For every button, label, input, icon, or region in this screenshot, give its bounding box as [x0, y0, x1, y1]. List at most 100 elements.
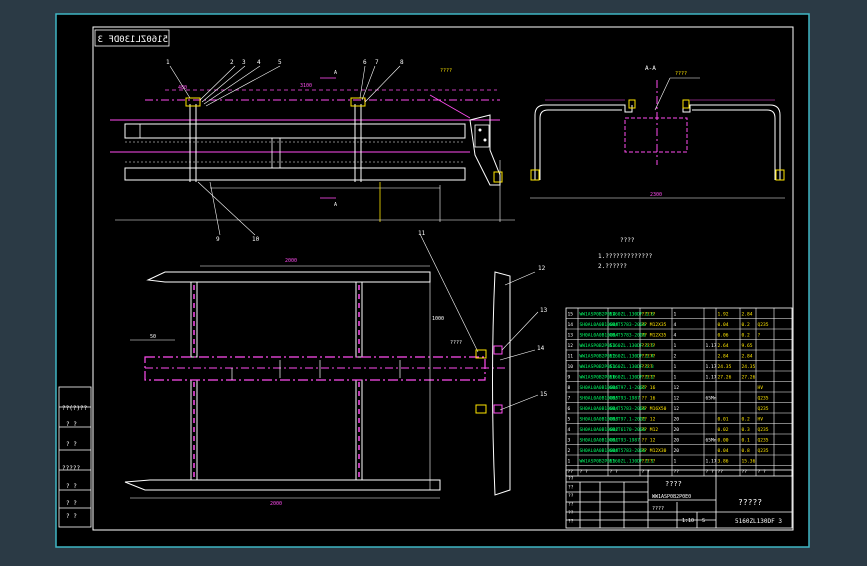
- side-label-1: ??(?)??: [62, 405, 88, 412]
- note-1: 1.?????????????: [598, 253, 653, 260]
- bom-cell: 4: [674, 333, 677, 339]
- sheet-title: ?????: [738, 498, 762, 507]
- bom-cell: 3.86: [718, 459, 729, 465]
- balloon-2: 2: [230, 59, 234, 66]
- bom-cell: 12: [674, 406, 680, 412]
- bom-cell: 1: [674, 343, 677, 349]
- balloon-8: 8: [400, 59, 404, 66]
- scale-label: 1:10: [682, 518, 694, 524]
- bom-cell: 0.8: [742, 448, 751, 454]
- callout-right: ????: [675, 71, 687, 77]
- title-block-label: ??: [568, 476, 574, 482]
- bom-cell: 15.36: [742, 459, 756, 465]
- callout-left: ????: [440, 68, 452, 74]
- bom-cell: 0.00: [718, 438, 729, 444]
- title-block-label: ??: [568, 502, 574, 508]
- bom-cell: 2: [674, 354, 677, 360]
- bom-cell: ?? M16X50: [642, 406, 667, 412]
- bom-cell: 2.64: [718, 343, 729, 349]
- balloon-3: 3: [242, 59, 246, 66]
- bom-cell: ?? M12X30: [642, 448, 667, 454]
- bom-cell: 9.65: [742, 343, 753, 349]
- bom-cell: 11: [568, 354, 574, 360]
- bom-cell: GB/T5783-2000: [610, 406, 646, 412]
- balloon-4: 4: [257, 59, 261, 66]
- balloon-15: 15: [540, 391, 548, 398]
- bom-cell: Q235: [758, 396, 769, 402]
- bom-cell: GB/T93-1987: [610, 438, 641, 444]
- balloon-7: 7: [375, 59, 379, 66]
- bom-cell: 20: [674, 427, 680, 433]
- side-label-2: ? ?: [66, 421, 77, 428]
- balloon-9: 9: [216, 236, 220, 243]
- cad-viewport[interactable]: ??(?)?? ? ? ? ? ????? ? ? ? ? ? ? 5160ZL…: [0, 0, 867, 562]
- bom-cell: 1.17: [706, 364, 717, 370]
- bom-cell: ?????: [642, 459, 656, 465]
- note-title: ????: [620, 237, 635, 244]
- section-mark-bottom: A: [334, 202, 337, 208]
- bom-cell: ????: [642, 364, 653, 370]
- dim-plan-bottom: 2000: [270, 501, 282, 507]
- side-label-6: ? ?: [66, 500, 77, 507]
- bom-cell: 1.17: [706, 459, 717, 465]
- bom-cell: ?? M12X35: [642, 333, 667, 339]
- bom-cell: GB/T93-1987: [610, 396, 641, 402]
- section-label: A-A: [645, 65, 656, 72]
- bom-cell: 0.04: [718, 322, 729, 328]
- bom-cell: 24.35: [718, 364, 732, 370]
- bom-cell: ?? M12: [642, 427, 659, 433]
- bom-cell: 15: [568, 312, 574, 318]
- bom-cell: 0.04: [718, 448, 729, 454]
- bom-cell: 12: [674, 385, 680, 391]
- bom-cell: 2.84: [742, 312, 753, 318]
- bom-cell: 12: [568, 343, 574, 349]
- code-label: 5160ZL130DF 3: [735, 518, 782, 525]
- bom-cell: 9: [568, 375, 571, 381]
- bom-cell: 0.06: [718, 333, 729, 339]
- bom-cell: ?? 16: [642, 396, 656, 402]
- title-block-label: ??: [568, 519, 574, 525]
- bom-cell: 65Mn: [706, 396, 717, 402]
- bom-cell: 4: [674, 322, 677, 328]
- bom-cell: GB/T5783-2000: [610, 448, 646, 454]
- bom-cell: Q235: [758, 406, 769, 412]
- bom-cell: GB/T97.1-2002: [610, 385, 646, 391]
- bom-cell: 1: [568, 459, 571, 465]
- section-mark-top: A: [334, 70, 337, 76]
- bom-cell: GB/T6170-2000: [610, 427, 646, 433]
- title-block-label: ??: [568, 485, 574, 491]
- bom-cell: 65Mn: [706, 438, 717, 444]
- bom-cell: 2: [568, 448, 571, 454]
- title-block-label: ??: [568, 510, 574, 516]
- bom-cell: 2.84: [718, 354, 729, 360]
- drawing-number: WW1ASP0B2P0E0: [652, 494, 691, 500]
- bom-cell: GB/T97.1-2002: [610, 417, 646, 423]
- dim-small: 50: [150, 334, 156, 340]
- bom-cell: 10: [568, 364, 574, 370]
- balloon-5: 5: [278, 59, 282, 66]
- balloon-13: 13: [540, 307, 548, 314]
- bom-cell: 0.2: [742, 333, 751, 339]
- bom-cell: ?????: [642, 375, 656, 381]
- side-label-5: ? ?: [66, 483, 77, 490]
- bom-cell: 0.2: [742, 417, 751, 423]
- dim-top-length: 3100: [300, 83, 312, 89]
- balloon-1: 1: [166, 59, 170, 66]
- bom-cell: 24.35: [742, 364, 756, 370]
- bom-cell: 3: [568, 438, 571, 444]
- stage-label: S: [702, 518, 705, 524]
- side-label-4: ?????: [62, 465, 80, 472]
- bom-cell: Q235: [758, 322, 769, 328]
- balloon-11: 11: [418, 230, 426, 237]
- bom-cell: ?? M12X35: [642, 322, 667, 328]
- bom-cell: 8: [568, 385, 571, 391]
- bom-cell: 6: [568, 406, 571, 412]
- bom-cell: 20: [674, 448, 680, 454]
- note-2: 2.??????: [598, 263, 627, 270]
- bom-cell: 5: [568, 417, 571, 423]
- bom-cell: GB/T5783-2000: [610, 333, 646, 339]
- bom-cell: 4: [568, 427, 571, 433]
- bom-cell: 0.01: [718, 417, 729, 423]
- dim-plan-length: 2000: [285, 258, 297, 264]
- bom-cell: 12: [674, 396, 680, 402]
